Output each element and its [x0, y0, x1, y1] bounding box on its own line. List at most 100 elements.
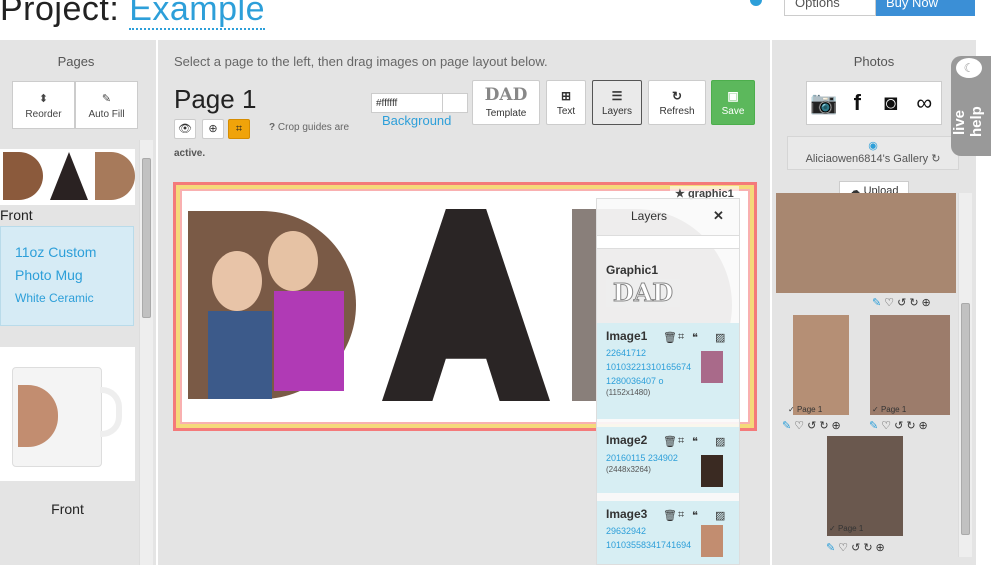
project-name[interactable]: Example	[129, 0, 265, 30]
layer-image1[interactable]: Image1 22641712 10103221310165674 128003…	[597, 323, 739, 419]
photo-letter-a	[50, 152, 88, 200]
zoom-icon[interactable]: ⊕	[922, 297, 934, 309]
camera-small-icon: ◉	[868, 140, 878, 152]
image-icon[interactable]: ▨	[715, 331, 725, 344]
reorder-button[interactable]: ⬍ Reorder	[12, 81, 75, 129]
edit-icon[interactable]: ✎	[782, 420, 794, 432]
rotate-left-icon[interactable]: ↺	[894, 420, 906, 432]
color-swatch[interactable]	[442, 93, 468, 113]
rotate-right-icon[interactable]: ↻	[863, 542, 875, 554]
photo-thumb-3[interactable]	[870, 315, 950, 415]
refresh-button[interactable]: ↻ Refresh	[648, 80, 706, 125]
list-icon: ☰	[611, 89, 623, 103]
trash-icon[interactable]: 🗑	[663, 331, 677, 344]
background-color-input[interactable]: #ffffff	[371, 93, 443, 113]
product-line-2: Photo Mug	[15, 267, 83, 283]
rotate-left-icon[interactable]: ↺	[897, 297, 909, 309]
page-thumbnail-front[interactable]	[0, 149, 135, 205]
graphic-layer-thumb[interactable]: DAD	[606, 278, 680, 307]
child-outfit-2	[274, 291, 344, 391]
layer-image3[interactable]: Image3 29632942 10103558341741694 🗑 ⌗ ❝ ▨	[597, 501, 739, 564]
gallery-selector[interactable]: ◉ Aliciaowen6814's Gallery ↻	[787, 136, 959, 170]
crop-icon[interactable]: ⌗	[678, 435, 684, 448]
quote-icon[interactable]: ❝	[692, 331, 698, 344]
photo-letter-d2	[95, 152, 135, 200]
photo-list: ✎♡↺↻⊕ ✓ Page 1 ✓ Page 1 ✎♡↺↻⊕ ✎♡↺↻⊕ ✓ Pa…	[772, 193, 958, 565]
magic-wand-icon: ✎	[101, 93, 112, 105]
page-tag-label: Page 1	[880, 405, 907, 414]
rotate-left-icon[interactable]: ↺	[807, 420, 819, 432]
zoom-icon[interactable]: ⊕	[919, 420, 931, 432]
heart-icon[interactable]: ♡	[838, 542, 851, 554]
layers-divider	[597, 235, 739, 249]
instagram-icon[interactable]: ◙	[874, 83, 907, 123]
photo-thumb-4[interactable]	[827, 436, 903, 536]
auto-fill-button[interactable]: ✎ Auto Fill	[75, 81, 138, 129]
trash-icon[interactable]: 🗑	[663, 435, 677, 448]
photo-actions-4[interactable]: ✎♡↺↻⊕	[826, 541, 888, 554]
flickr-icon[interactable]: ∞	[908, 83, 941, 123]
image-icon[interactable]: ▨	[715, 435, 725, 448]
zoom-icon[interactable]: ⊕	[876, 542, 888, 554]
photos-scrollbar[interactable]	[958, 193, 972, 557]
heart-icon[interactable]: ♡	[881, 420, 894, 432]
photo-actions-2[interactable]: ✎♡↺↻⊕	[782, 419, 844, 432]
crop-icon[interactable]: ⌗	[678, 331, 684, 344]
camera-icon[interactable]: 📷	[807, 83, 840, 123]
crop-icon[interactable]: ⌗	[678, 509, 684, 522]
page-tag-label: Page 1	[837, 524, 864, 533]
text-button[interactable]: ⊞ Text	[546, 80, 586, 125]
rotate-left-icon[interactable]: ↺	[851, 542, 863, 554]
buy-now-button[interactable]: Buy Now	[876, 0, 975, 16]
refresh-icon[interactable]: ↻	[931, 153, 940, 165]
quote-icon[interactable]: ❝	[692, 509, 698, 522]
template-button[interactable]: DAD Template	[472, 80, 540, 125]
edit-icon[interactable]: ✎	[826, 542, 838, 554]
rotate-right-icon[interactable]: ↻	[909, 297, 921, 309]
edit-icon[interactable]: ✎	[872, 297, 884, 309]
photo-actions-3[interactable]: ✎♡↺↻⊕	[869, 419, 931, 432]
canvas-photo-a[interactable]	[382, 209, 550, 401]
save-label: Save	[721, 106, 745, 117]
eye-icon[interactable]: 👁	[174, 119, 196, 139]
quote-icon[interactable]: ❝	[692, 435, 698, 448]
zoom-icon[interactable]: ⊕	[832, 420, 844, 432]
layer-thumb	[701, 455, 723, 487]
plus-icon: ⊞	[560, 89, 572, 103]
heart-icon[interactable]: ♡	[884, 297, 897, 309]
image-icon[interactable]: ▨	[715, 509, 725, 522]
facebook-icon[interactable]: f	[841, 83, 874, 123]
options-button[interactable]: Options	[784, 0, 876, 16]
layer-dims: (1152x1480)	[606, 388, 651, 397]
rotate-right-icon[interactable]: ↻	[906, 420, 918, 432]
background-label[interactable]: Background	[382, 113, 451, 128]
save-button[interactable]: ▣ Save	[711, 80, 755, 125]
zoom-icon[interactable]: ⊕	[202, 119, 224, 139]
photo-thumb-1[interactable]	[776, 193, 956, 293]
edit-icon[interactable]: ✎	[869, 420, 881, 432]
close-icon[interactable]: ✕	[713, 208, 724, 224]
canvas-photo-d[interactable]	[188, 211, 356, 399]
help-icon[interactable]	[750, 0, 762, 6]
live-help-label: live help	[951, 106, 985, 138]
heart-icon[interactable]: ♡	[794, 420, 807, 432]
crop-text: Crop guides are	[277, 122, 350, 133]
graphic-layer-name[interactable]: Graphic1	[606, 263, 658, 277]
photo-actions-1[interactable]: ✎♡↺↻⊕	[872, 296, 934, 309]
crop-status: active.	[174, 148, 206, 159]
rotate-right-icon[interactable]: ↻	[819, 420, 831, 432]
trash-icon[interactable]: 🗑	[663, 509, 677, 522]
photos-panel: Photos 📷 f ◙ ∞ ◉ Aliciaowen6814's Galler…	[772, 40, 976, 565]
layer-image2[interactable]: Image2 20160115 234902 (2448x3264) 🗑 ⌗ ❝ ▨	[597, 427, 739, 493]
live-help-tab[interactable]: ☾ live help	[951, 56, 991, 156]
pages-scroll-thumb[interactable]	[142, 158, 151, 318]
pages-scrollbar[interactable]	[139, 140, 153, 565]
page-tag-2: ✓ Page 1	[788, 405, 823, 414]
layers-button[interactable]: ☰ Layers	[592, 80, 642, 125]
photos-scroll-thumb[interactable]	[961, 303, 970, 535]
mug-thumbnail[interactable]	[0, 347, 135, 481]
product-card[interactable]: 11oz Custom Photo Mug White Ceramic	[0, 226, 134, 326]
photo-thumb-2[interactable]	[793, 315, 849, 415]
photo-sources: 📷 f ◙ ∞	[806, 81, 942, 125]
crop-icon[interactable]: ⌗	[228, 119, 250, 139]
